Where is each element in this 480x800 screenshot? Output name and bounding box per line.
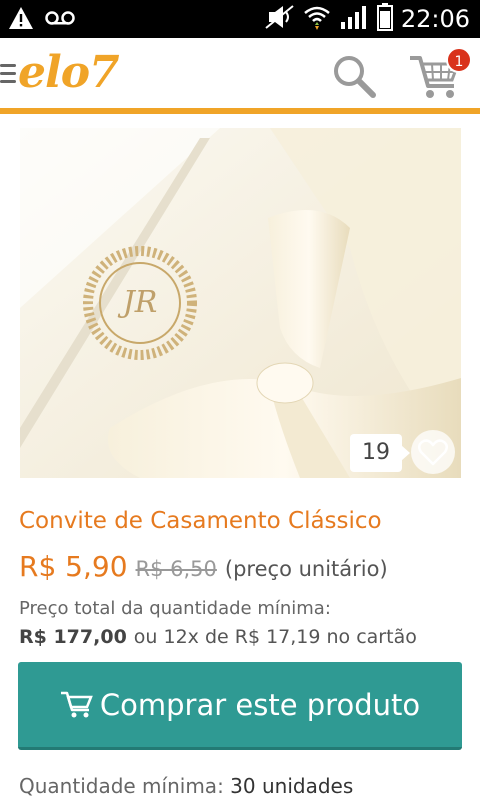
buy-button-label: Comprar este produto	[99, 687, 421, 722]
minimum-total-price: R$ 177,00	[19, 626, 127, 648]
buy-button[interactable]: Comprar este produto	[18, 662, 462, 750]
product-title: Convite de Casamento Clássico	[19, 508, 382, 534]
menu-icon[interactable]	[0, 64, 16, 86]
image-count-badge[interactable]: 19	[350, 434, 402, 472]
voicemail-icon	[44, 8, 76, 32]
wifi-icon	[303, 3, 331, 35]
product-image[interactable]: JR	[20, 128, 461, 478]
cart-icon	[60, 690, 94, 720]
signal-icon	[339, 4, 369, 34]
status-bar: 22:06	[0, 0, 480, 38]
warning-icon	[8, 6, 34, 34]
svg-text:JR: JR	[117, 285, 158, 320]
search-button[interactable]	[330, 52, 378, 100]
installment-text: ou 12x de R$ 17,19 no cartão	[133, 626, 417, 648]
search-icon	[334, 56, 376, 98]
minimum-total-label: Preço total da quantidade mínima:	[19, 598, 331, 619]
heart-icon	[418, 439, 448, 466]
price: R$ 5,90	[19, 550, 128, 583]
mute-icon	[265, 4, 295, 34]
old-price: R$ 6,50	[135, 557, 217, 581]
minimum-quantity: Quantidade mínima: 30 unidades	[19, 774, 353, 798]
battery-icon	[376, 3, 393, 35]
price-row: R$ 5,90 R$ 6,50 (preço unitário)	[19, 550, 388, 583]
minimum-quantity-value: 30 unidades	[230, 774, 354, 798]
minimum-quantity-label: Quantidade mínima:	[19, 774, 224, 798]
unit-price-note: (preço unitário)	[224, 557, 388, 581]
cart-count-badge: 1	[446, 47, 472, 73]
image-count-pointer	[401, 445, 410, 461]
logo[interactable]: elo7	[18, 48, 120, 98]
total-row: R$ 177,00 ou 12x de R$ 17,19 no cartão	[19, 626, 417, 648]
clock: 22:06	[400, 5, 470, 33]
favorite-button[interactable]	[411, 430, 455, 474]
header-divider	[0, 108, 480, 114]
